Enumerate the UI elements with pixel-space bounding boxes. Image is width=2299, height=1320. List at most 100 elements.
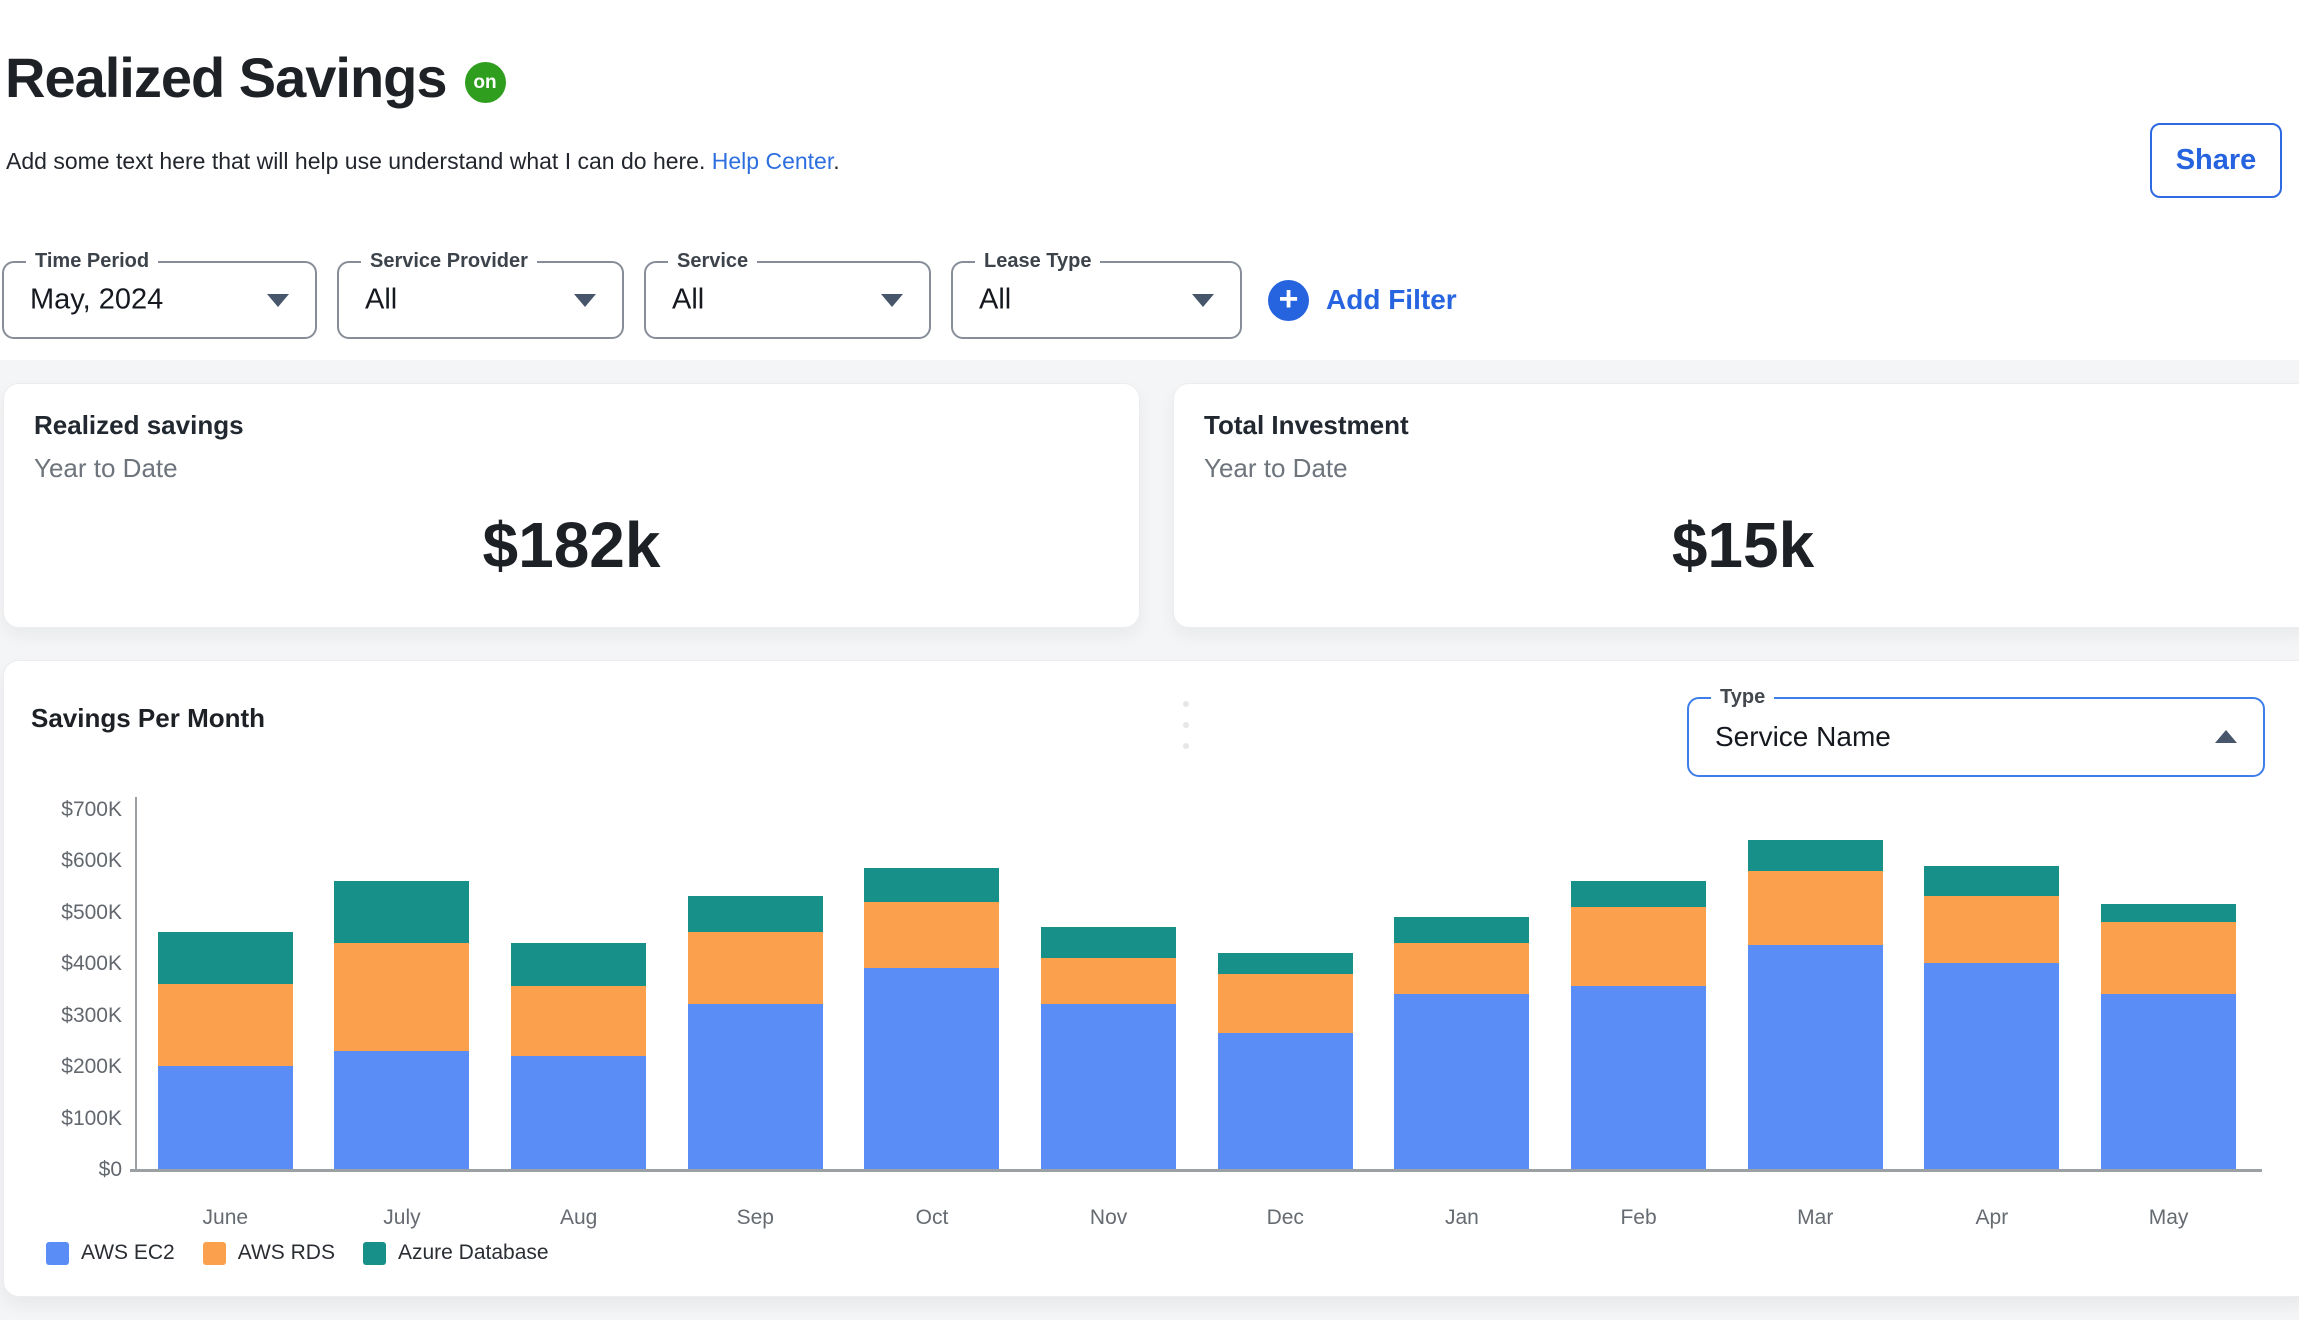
bar-segment[interactable] [864,902,999,969]
bar-segment[interactable] [1041,927,1176,958]
chevron-up-icon [2215,730,2237,743]
time-period-value: May, 2024 [30,284,163,317]
chevron-down-icon [881,294,903,307]
stacked-bar-apr[interactable] [1924,866,2059,1169]
bar-segment[interactable] [1924,896,2059,963]
bar-segment[interactable] [1748,871,1883,946]
legend-item[interactable]: AWS EC2 [46,1241,175,1265]
y-tick-label: $600K [4,849,122,873]
stacked-bar-june[interactable] [158,932,293,1169]
card-subtitle: Year to Date [34,453,1109,484]
type-value: Service Name [1715,721,1891,753]
x-tick-label: Apr [1904,1206,2080,1230]
on-toggle-badge[interactable]: on [465,62,506,103]
bar-segment[interactable] [158,984,293,1066]
bar-segment[interactable] [1394,994,1529,1169]
bar-segment[interactable] [1218,1033,1353,1169]
service-provider-value: All [365,284,397,317]
bar-segment[interactable] [1218,953,1353,974]
header: Realized Savings on [5,45,506,110]
chevron-down-icon [267,294,289,307]
kebab-menu-icon[interactable] [1174,697,1198,753]
time-period-label: Time Period [26,250,158,273]
type-label: Type [1711,686,1774,709]
bar-segment[interactable] [334,881,469,943]
service-provider-label: Service Provider [361,250,537,273]
bar-segment[interactable] [1924,963,2059,1169]
stacked-bar-sep[interactable] [688,896,823,1169]
bar-segment[interactable] [688,932,823,1004]
x-tick-label: Mar [1727,1206,1903,1230]
savings-per-month-card: Savings Per Month Type Service Name $0$1… [3,660,2299,1297]
bar-segment[interactable] [2101,994,2236,1169]
filter-bar: Time Period May, 2024 Service Provider A… [2,261,1457,339]
bar-segment[interactable] [158,1066,293,1169]
stacked-bar-oct[interactable] [864,868,999,1169]
x-tick-label: Sep [667,1206,843,1230]
bar-segment[interactable] [334,943,469,1051]
type-select[interactable]: Type Service Name [1687,697,2265,777]
lease-type-select[interactable]: Lease Type All [951,261,1242,339]
bar-segment[interactable] [1394,917,1529,943]
bar-segment[interactable] [1571,907,1706,987]
stacked-bar-may[interactable] [2101,904,2236,1169]
service-label: Service [668,250,757,273]
subtitle-text: Add some text here that will help use un… [6,148,705,174]
add-filter-button[interactable]: + Add Filter [1268,280,1457,321]
bar-segment[interactable] [1041,1004,1176,1169]
legend-swatch [46,1242,69,1265]
bar-segment[interactable] [1218,974,1353,1033]
subtitle-suffix: . [833,148,839,174]
service-select[interactable]: Service All [644,261,931,339]
bar-segment[interactable] [864,868,999,901]
share-button[interactable]: Share [2150,123,2282,198]
card-title: Total Investment [1204,410,2282,441]
card-value: $15k [1204,508,2282,582]
legend-label: AWS RDS [238,1241,335,1265]
card-title: Realized savings [34,410,1109,441]
bar-segment[interactable] [1041,958,1176,1004]
legend-item[interactable]: AWS RDS [203,1241,335,1265]
bar-segment[interactable] [334,1051,469,1169]
page-title: Realized Savings [5,45,447,110]
bar-segment[interactable] [1748,840,1883,871]
chart-legend: AWS EC2 AWS RDS Azure Database [46,1241,549,1265]
bar-segment[interactable] [864,968,999,1169]
x-axis-labels: JuneJulyAugSepOctNovDecJanFebMarAprMay [137,1206,2257,1230]
stacked-bar-aug[interactable] [511,943,646,1169]
x-tick-label: May [2081,1206,2257,1230]
bar-segment[interactable] [688,896,823,932]
legend-swatch [203,1242,226,1265]
help-center-link[interactable]: Help Center [712,148,833,174]
realized-savings-page: Realized Savings on Add some text here t… [0,0,2299,1320]
stacked-bar-feb[interactable] [1571,881,1706,1169]
service-provider-select[interactable]: Service Provider All [337,261,624,339]
stacked-bar-nov[interactable] [1041,927,1176,1169]
bar-segment[interactable] [511,943,646,987]
time-period-select[interactable]: Time Period May, 2024 [2,261,317,339]
stacked-bar-jan[interactable] [1394,917,1529,1169]
x-axis-line [130,1169,2262,1172]
bar-segment[interactable] [1571,986,1706,1169]
x-tick-label: Jan [1374,1206,1550,1230]
x-tick-label: Dec [1197,1206,1373,1230]
x-tick-label: July [314,1206,490,1230]
bar-segment[interactable] [1571,881,1706,907]
bar-segment[interactable] [688,1004,823,1169]
lease-type-value: All [979,284,1011,317]
bar-segment[interactable] [511,1056,646,1169]
bar-segment[interactable] [2101,922,2236,994]
bar-segment[interactable] [1394,943,1529,994]
stacked-bar-dec[interactable] [1218,953,1353,1169]
bar-segment[interactable] [158,932,293,983]
bar-segment[interactable] [1924,866,2059,897]
bar-segment[interactable] [511,986,646,1055]
stacked-bar-mar[interactable] [1748,840,1883,1169]
x-tick-label: Nov [1021,1206,1197,1230]
card-value: $182k [34,508,1109,582]
legend-item[interactable]: Azure Database [363,1241,549,1265]
bar-segment[interactable] [2101,904,2236,922]
bar-segment[interactable] [1748,945,1883,1169]
plus-icon: + [1268,280,1309,321]
stacked-bar-july[interactable] [334,881,469,1169]
